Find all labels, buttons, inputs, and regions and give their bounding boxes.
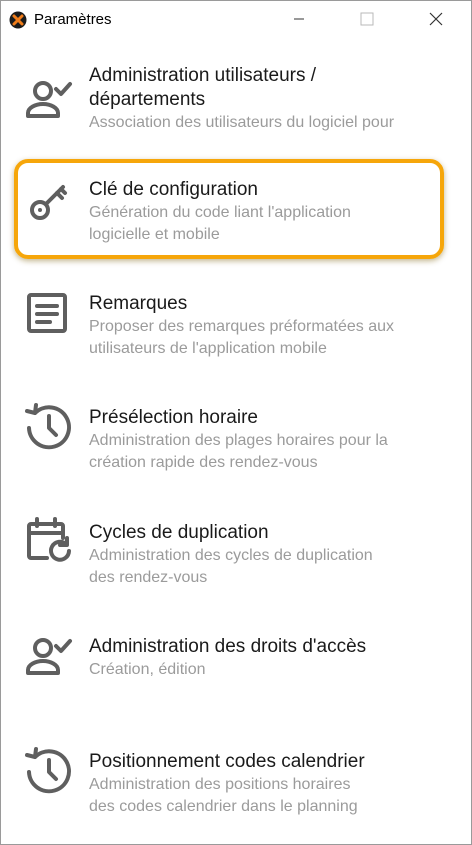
item-title: Cycles de duplication	[89, 522, 269, 543]
item-description: Association des utilisateurs du logiciel…	[89, 114, 395, 131]
item-title: Présélection horaire	[89, 407, 258, 428]
settings-window: Paramètres Administration utilisateurs /…	[0, 0, 472, 845]
minimize-icon	[293, 13, 305, 25]
maximize-icon	[360, 12, 374, 26]
settings-item-access-rights[interactable]: Administration des droits d'accès Créati…	[1, 626, 471, 726]
highlight-frame	[14, 159, 444, 259]
clock-history-icon	[23, 745, 75, 797]
settings-item-time-preselection[interactable]: Présélection horaire Administration des …	[1, 397, 471, 497]
item-title: Remarques	[89, 293, 188, 314]
item-description: Administration des positions horaires de…	[89, 776, 358, 815]
item-title: Positionnement codes calendrier	[89, 751, 365, 772]
window-title: Paramètres	[34, 11, 112, 28]
maximize-button[interactable]	[344, 1, 390, 37]
app-logo-icon	[9, 11, 27, 29]
settings-list: Administration utilisateurs / départemen…	[1, 39, 471, 844]
user-check-icon	[23, 73, 75, 125]
item-title: Administration utilisateurs / départemen…	[89, 65, 317, 110]
settings-item-calendar-codes[interactable]: Positionnement codes calendrier Administ…	[1, 741, 471, 841]
settings-item-duplication-cycles[interactable]: Cycles de duplication Administration des…	[1, 512, 471, 612]
item-description: Création, édition	[89, 661, 206, 678]
close-button[interactable]	[413, 1, 459, 37]
settings-item-users[interactable]: Administration utilisateurs / départemen…	[1, 55, 471, 155]
clock-history-icon	[23, 401, 75, 453]
settings-item-remarks[interactable]: Remarques Proposer des remarques préform…	[1, 283, 471, 383]
close-icon	[429, 12, 443, 26]
item-title: Administration des droits d'accès	[89, 636, 367, 657]
document-icon	[23, 289, 75, 341]
item-description: Administration des plages horaires pour …	[89, 432, 388, 471]
item-description: Administration des cycles de duplication…	[89, 547, 373, 586]
calendar-refresh-icon	[23, 516, 75, 568]
title-bar: Paramètres	[1, 1, 471, 39]
user-check-icon	[23, 630, 75, 682]
item-description: Proposer des remarques préformatées aux …	[89, 318, 395, 357]
minimize-button[interactable]	[276, 1, 322, 37]
